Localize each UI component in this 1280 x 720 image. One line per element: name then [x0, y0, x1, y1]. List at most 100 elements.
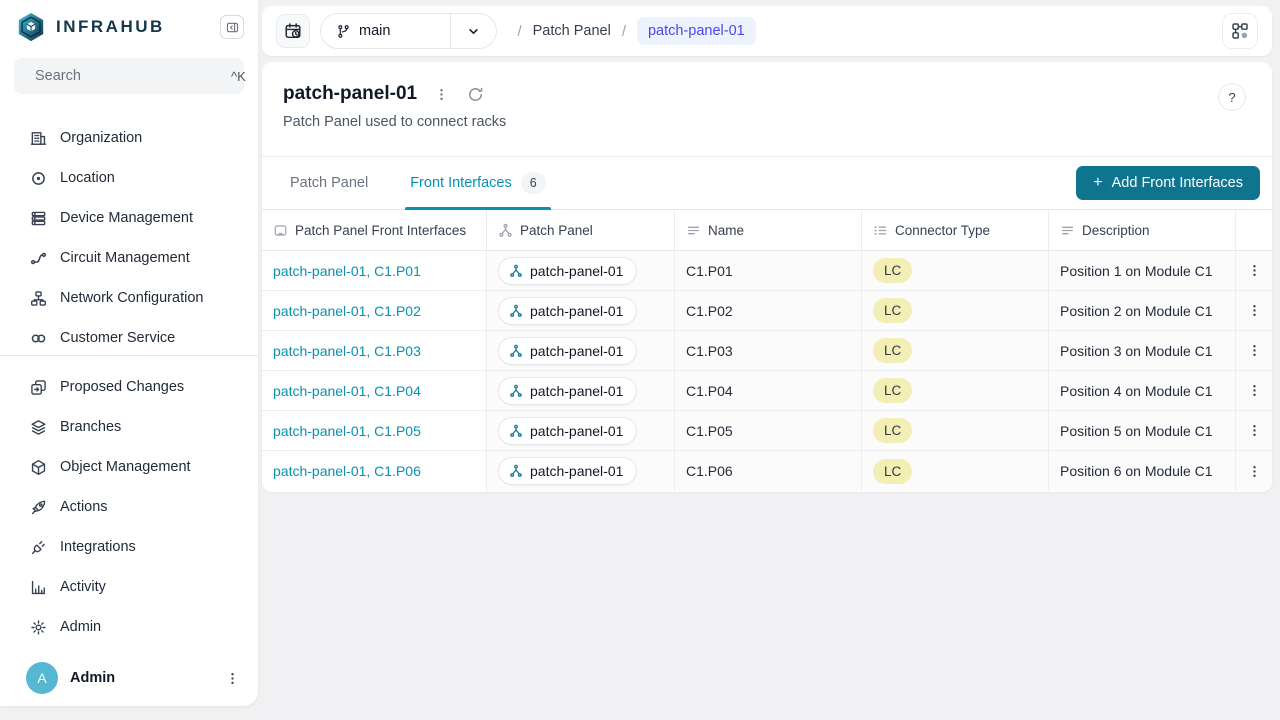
table-row: patch-panel-01, C1.P06 patch-panel-01 C1… — [262, 451, 1272, 491]
text-icon — [1060, 223, 1075, 238]
sidebar-item-actions[interactable]: Actions — [0, 487, 258, 527]
sidebar-item-location[interactable]: Location — [0, 158, 258, 198]
proposed-changes-icon — [30, 379, 47, 396]
column-header-name[interactable]: Name — [675, 210, 862, 251]
app-logo-text: INFRAHUB — [56, 17, 210, 37]
gear-icon — [30, 619, 47, 636]
breadcrumb-separator: / — [517, 23, 521, 40]
sidebar-item-device-management[interactable]: Device Management — [0, 198, 258, 238]
branch-current[interactable]: main — [321, 14, 450, 48]
front-interface-link[interactable]: patch-panel-01, C1.P02 — [273, 303, 421, 319]
patch-panel-chip[interactable]: patch-panel-01 — [498, 257, 637, 285]
patch-panel-chip[interactable]: patch-panel-01 — [498, 417, 637, 445]
connector-type-badge: LC — [873, 258, 912, 283]
sidebar-item-customer-service[interactable]: Customer Service — [0, 318, 258, 355]
relationship-icon — [509, 344, 523, 358]
tab-front-interfaces[interactable]: Front Interfaces 6 — [410, 157, 546, 209]
front-interface-link[interactable]: patch-panel-01, C1.P06 — [273, 463, 421, 479]
row-kebab-icon[interactable] — [1244, 301, 1264, 321]
description-cell: Position 1 on Module C1 — [1060, 263, 1213, 279]
connector-type-badge: LC — [873, 459, 912, 484]
column-header-actions — [1236, 210, 1272, 251]
front-interfaces-table: Patch Panel Front Interfaces Patch Panel… — [262, 210, 1272, 491]
sidebar-item-circuit-management[interactable]: Circuit Management — [0, 238, 258, 278]
git-branch-icon — [336, 24, 351, 39]
sidebar-item-object-management[interactable]: Object Management — [0, 447, 258, 487]
refresh-icon[interactable] — [465, 84, 485, 104]
branch-selector: main — [320, 13, 497, 49]
relationship-icon — [509, 464, 523, 478]
row-kebab-icon[interactable] — [1244, 341, 1264, 361]
row-kebab-icon[interactable] — [1244, 421, 1264, 441]
main-panel: patch-panel-01 Patch Panel used to conne… — [262, 62, 1272, 492]
date-picker-button[interactable] — [276, 14, 310, 48]
sidebar-item-organization[interactable]: Organization — [0, 118, 258, 158]
column-header-connector-type[interactable]: Connector Type — [862, 210, 1049, 251]
logo-row: INFRAHUB — [0, 0, 258, 50]
column-header-front-interfaces[interactable]: Patch Panel Front Interfaces — [262, 210, 487, 251]
relationship-icon — [509, 424, 523, 438]
relationship-icon — [509, 384, 523, 398]
rocket-icon — [30, 499, 47, 516]
description-cell: Position 2 on Module C1 — [1060, 303, 1213, 319]
plus-icon: + — [1093, 175, 1102, 191]
sidebar-collapse-icon[interactable] — [220, 15, 244, 39]
sidebar-item-branches[interactable]: Branches — [0, 407, 258, 447]
description-cell: Position 4 on Module C1 — [1060, 383, 1213, 399]
circuit-icon — [30, 250, 47, 267]
tabs-bar: Patch Panel Front Interfaces 6 + Add Fro… — [262, 157, 1272, 210]
sidebar-item-activity[interactable]: Activity — [0, 567, 258, 607]
front-interface-link[interactable]: patch-panel-01, C1.P03 — [273, 343, 421, 359]
infrahub-logo-icon — [16, 12, 46, 42]
list-icon — [873, 223, 888, 238]
page-title: patch-panel-01 — [283, 83, 417, 105]
table-row: patch-panel-01, C1.P05 patch-panel-01 C1… — [262, 411, 1272, 451]
name-cell: C1.P04 — [686, 383, 733, 399]
breadcrumb-parent[interactable]: Patch Panel — [533, 23, 611, 39]
patch-panel-chip[interactable]: patch-panel-01 — [498, 377, 637, 405]
front-interface-link[interactable]: patch-panel-01, C1.P04 — [273, 383, 421, 399]
search-input[interactable] — [35, 68, 222, 84]
calendar-clock-icon — [284, 22, 302, 40]
search-box[interactable]: ^K — [14, 58, 244, 94]
page-description: Patch Panel used to connect racks — [283, 114, 1248, 130]
column-header-patch-panel[interactable]: Patch Panel — [487, 210, 675, 251]
connector-type-badge: LC — [873, 418, 912, 443]
table-header-row: Patch Panel Front Interfaces Patch Panel… — [262, 210, 1272, 251]
add-front-interfaces-button[interactable]: + Add Front Interfaces — [1076, 166, 1260, 200]
connector-type-badge: LC — [873, 338, 912, 363]
branch-dropdown-toggle[interactable] — [450, 14, 496, 48]
name-cell: C1.P03 — [686, 343, 733, 359]
column-header-description[interactable]: Description — [1049, 210, 1236, 251]
table-row: patch-panel-01, C1.P03 patch-panel-01 C1… — [262, 331, 1272, 371]
title-kebab-icon[interactable] — [431, 84, 451, 104]
sidebar-menu-secondary: Proposed Changes Branches Object Managem… — [0, 356, 258, 647]
row-kebab-icon[interactable] — [1244, 381, 1264, 401]
patch-panel-chip[interactable]: patch-panel-01 — [498, 457, 637, 485]
front-interface-link[interactable]: patch-panel-01, C1.P05 — [273, 423, 421, 439]
sidebar-item-admin[interactable]: Admin — [0, 607, 258, 647]
row-kebab-icon[interactable] — [1244, 461, 1264, 481]
card-icon — [273, 223, 288, 238]
connector-type-badge: LC — [873, 298, 912, 323]
schema-nodes-button[interactable] — [1222, 13, 1258, 49]
name-cell: C1.P02 — [686, 303, 733, 319]
front-interface-link[interactable]: patch-panel-01, C1.P01 — [273, 263, 421, 279]
patch-panel-chip[interactable]: patch-panel-01 — [498, 337, 637, 365]
sidebar-item-integrations[interactable]: Integrations — [0, 527, 258, 567]
user-menu-kebab-icon[interactable] — [222, 668, 242, 688]
location-icon — [30, 170, 47, 187]
sidebar-item-proposed-changes[interactable]: Proposed Changes — [0, 367, 258, 407]
description-cell: Position 5 on Module C1 — [1060, 423, 1213, 439]
sidebar-item-network-configuration[interactable]: Network Configuration — [0, 278, 258, 318]
sidebar-menu-primary: Organization Location Device Management … — [0, 118, 258, 355]
customer-service-icon — [30, 330, 47, 347]
layers-icon — [30, 419, 47, 436]
connector-type-badge: LC — [873, 378, 912, 403]
tab-patch-panel[interactable]: Patch Panel — [290, 157, 368, 209]
patch-panel-chip[interactable]: patch-panel-01 — [498, 297, 637, 325]
row-kebab-icon[interactable] — [1244, 261, 1264, 281]
breadcrumb-current[interactable]: patch-panel-01 — [637, 17, 756, 45]
help-button[interactable]: ? — [1218, 83, 1246, 111]
plug-icon — [30, 539, 47, 556]
